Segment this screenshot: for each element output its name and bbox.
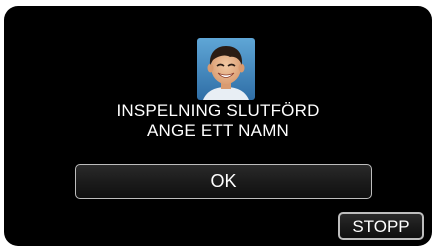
instruction-message: ANGE ETT NAMN [146, 121, 290, 140]
camera-screen: INSPELNING SLUTFÖRD ANGE ETT NAMN OK STO… [4, 6, 432, 246]
status-message: INSPELNING SLUTFÖRD [116, 101, 320, 120]
stop-button[interactable]: STOPP [338, 212, 424, 240]
face-thumbnail-icon [197, 38, 255, 100]
ok-button[interactable]: OK [75, 164, 372, 199]
